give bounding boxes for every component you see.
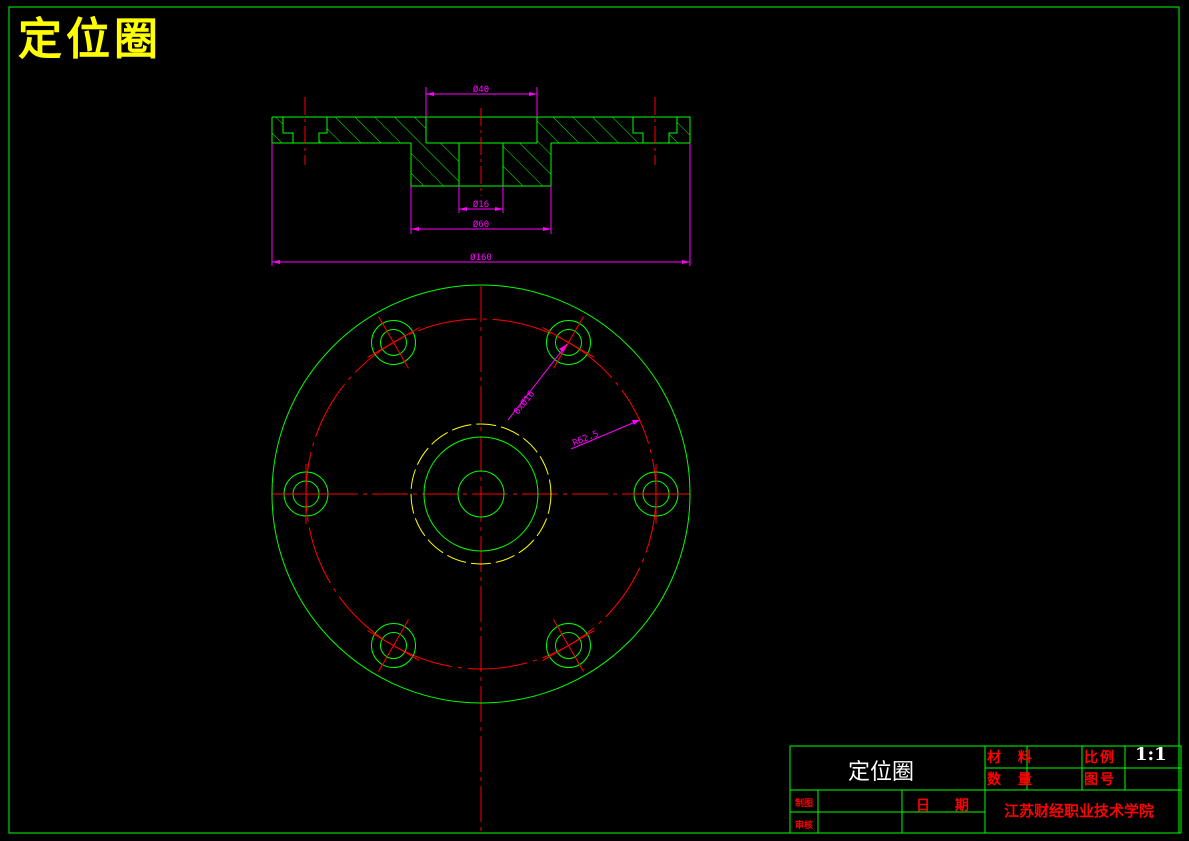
- dim-d60-label: Ø60: [473, 219, 489, 230]
- dim-d16-label: Ø16: [473, 199, 489, 210]
- bolt-hole: [542, 316, 595, 369]
- section-hatch-boss-right: [503, 143, 551, 186]
- bolt-hole: [367, 619, 420, 672]
- tb-school-name: 江苏财经职业技术学院: [1004, 802, 1155, 820]
- plan-view: 6xØ16 R62.5: [271, 284, 691, 832]
- dim-d160-label: Ø160: [470, 252, 492, 263]
- drawing-title: 定位圈: [18, 14, 162, 65]
- dim-bolt-circle-label: 6xØ16: [512, 389, 537, 417]
- tb-scale-value: 1:1: [1135, 744, 1167, 765]
- section-view: Ø40 Ø16 Ø60 Ø160: [271, 84, 691, 266]
- tb-drawn-by-label: 制图: [795, 799, 814, 809]
- dim-radius-label: R62.5: [571, 429, 600, 448]
- tb-drawing-no-label: 图号: [1084, 772, 1116, 788]
- tb-scale-label: 比例: [1084, 750, 1116, 766]
- dim-d40-label: Ø40: [473, 84, 489, 95]
- tb-quantity-label: 数 量: [987, 772, 1038, 788]
- bolt-hole: [367, 316, 420, 369]
- tb-date-label: 日 期: [916, 798, 979, 814]
- cad-drawing-sheet: Ø40 Ø16 Ø60 Ø160 6xØ16 R62.5: [8, 6, 1182, 834]
- bolt-hole: [626, 464, 686, 524]
- tb-part-name: 定位圈: [848, 760, 915, 785]
- bolt-hole: [542, 619, 595, 672]
- tb-checked-by-label: 审核: [795, 821, 814, 831]
- section-hatch-boss-left: [411, 143, 459, 186]
- bolt-hole: [276, 464, 336, 524]
- tb-material-label: 材 料: [987, 750, 1038, 766]
